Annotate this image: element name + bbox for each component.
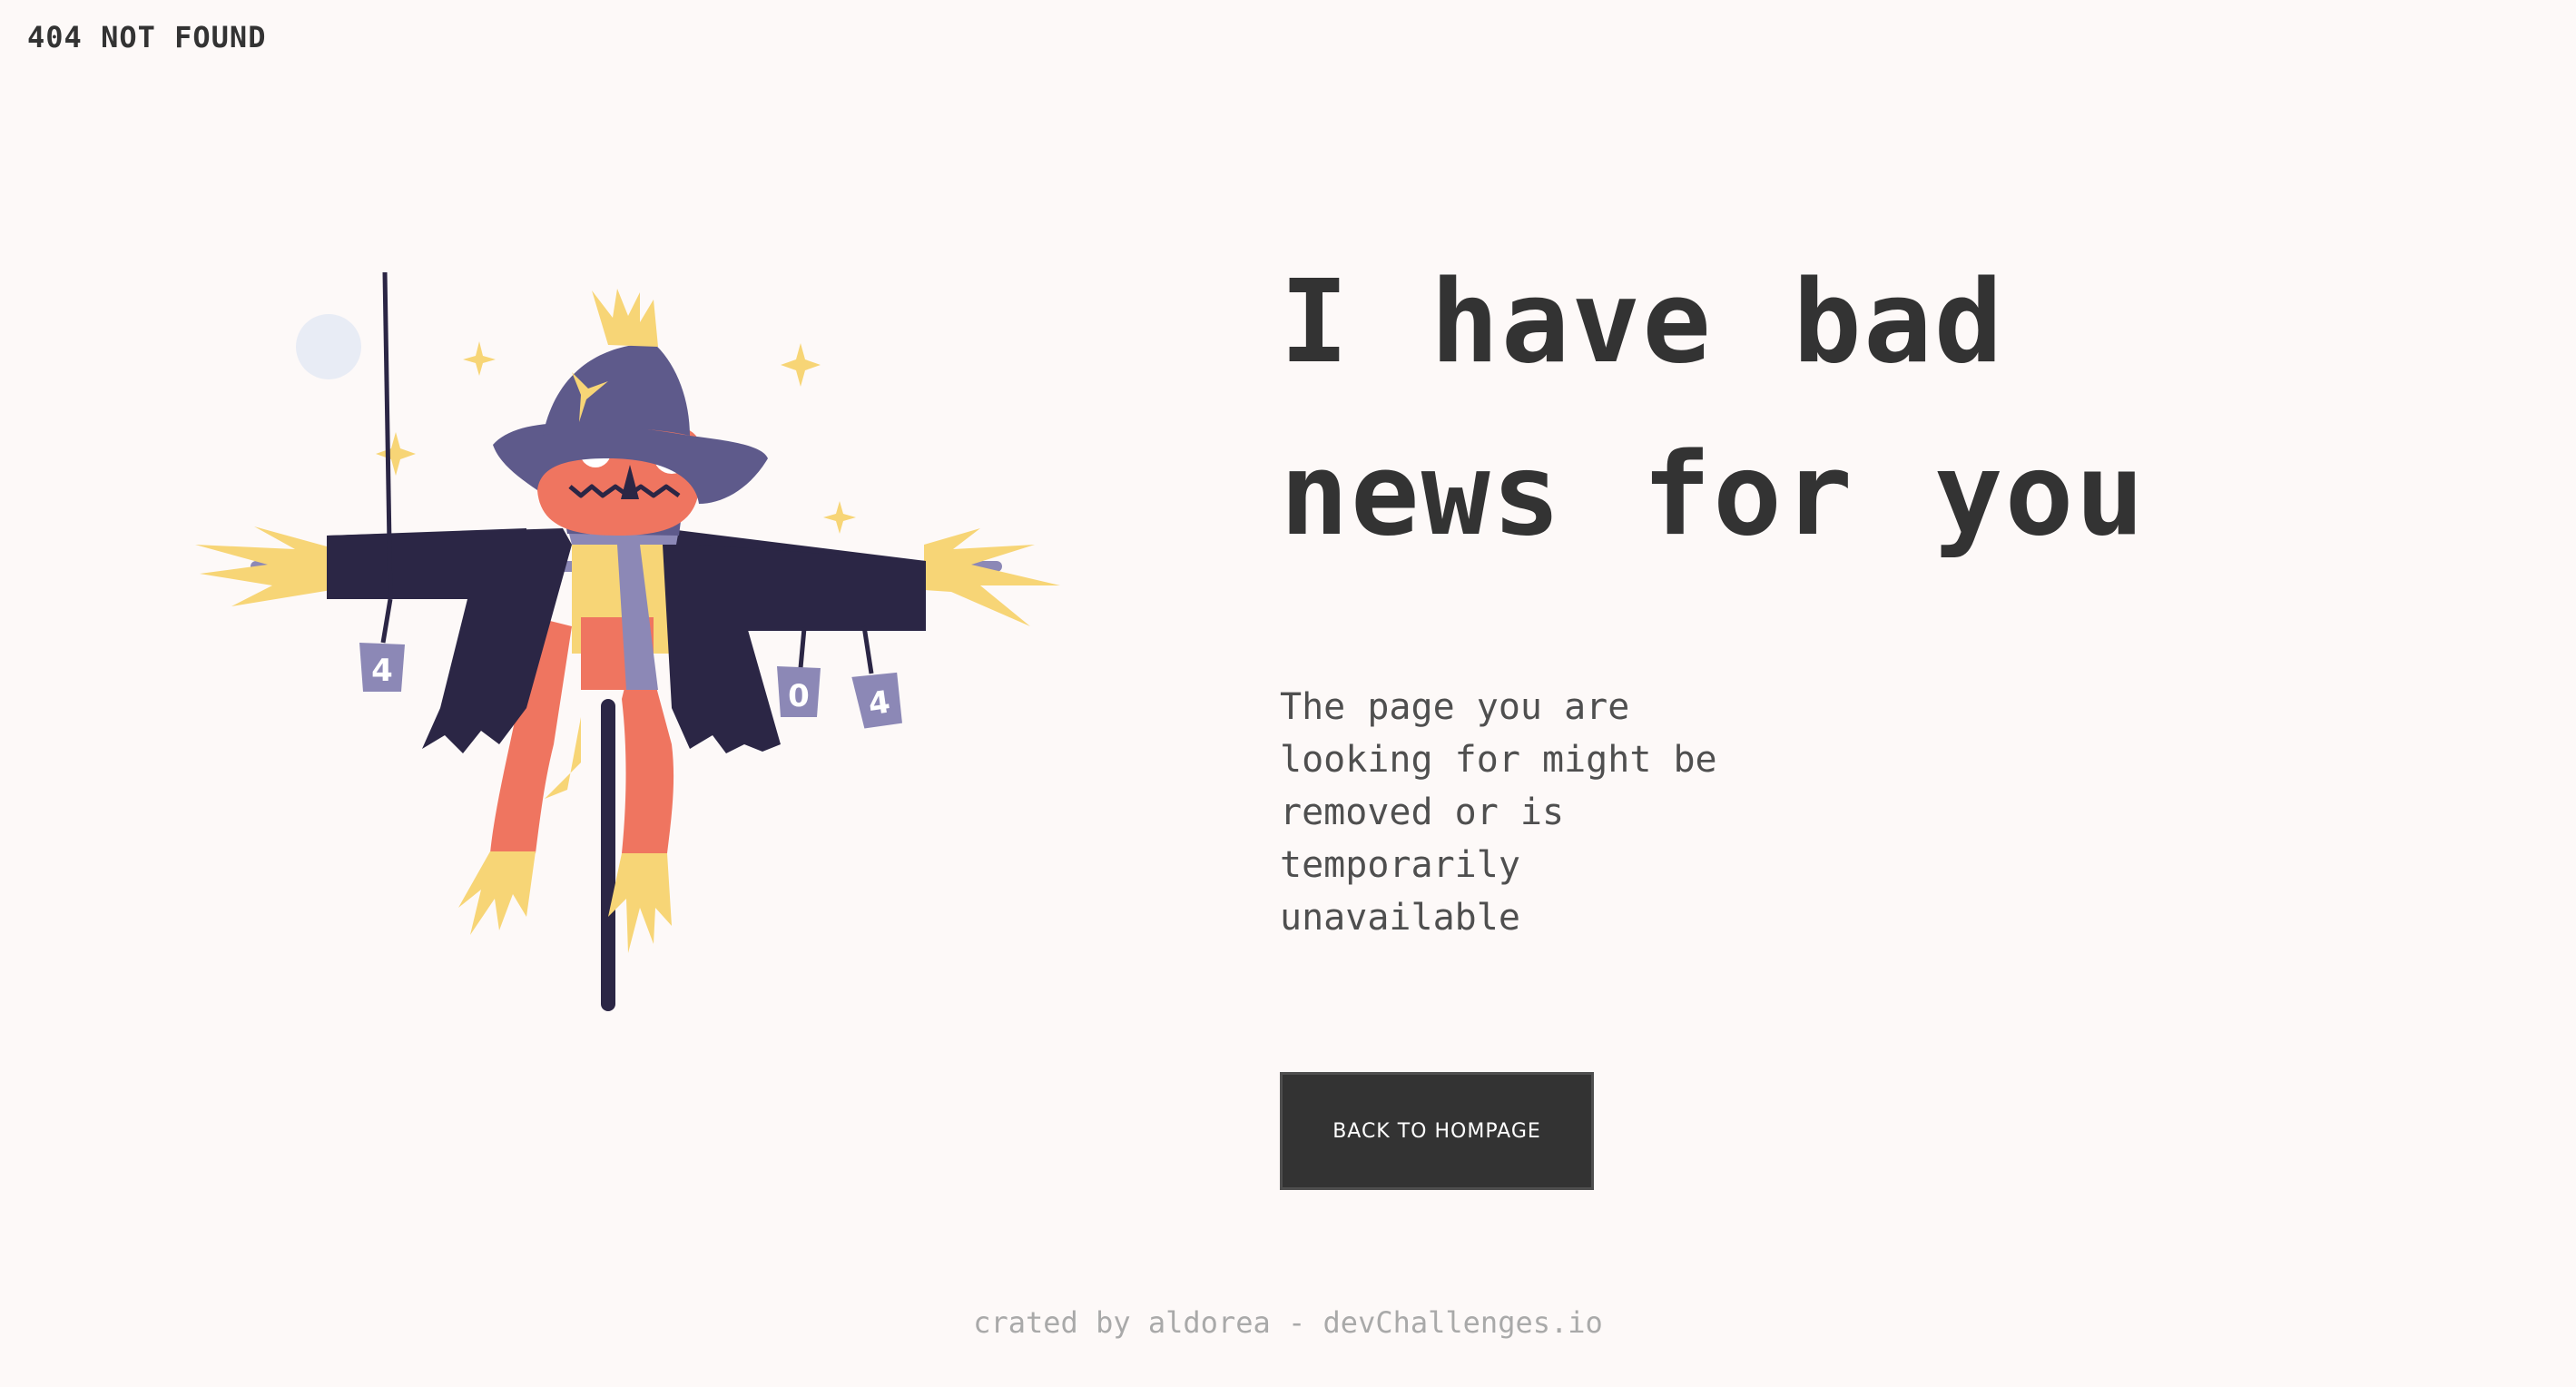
can-label-left: 4: [371, 653, 393, 689]
can-right: 4: [851, 672, 902, 729]
hero: I have bad news for you The page you are…: [1280, 236, 2369, 944]
error-message: The page you are looking for might be re…: [1280, 681, 1752, 944]
footer: crated by aldorea - devChallenges.io: [0, 1305, 2576, 1340]
message-line: unavailable: [1280, 897, 1520, 939]
footer-credit[interactable]: crated by aldorea - devChallenges.io: [973, 1305, 1603, 1340]
site-logo[interactable]: 404 NOT FOUND: [27, 20, 266, 54]
headline-line-1: I have bad: [1280, 255, 2005, 389]
message-line: The page you are: [1280, 686, 1630, 728]
scarecrow-illustration: 4 0 4: [195, 272, 1060, 1011]
pole: [601, 699, 615, 1011]
page-title: I have bad news for you: [1280, 236, 2369, 581]
message-line: removed or is: [1280, 792, 1565, 833]
button-label: BACK TO HOMPAGE: [1332, 1119, 1541, 1143]
can-label-middle: 0: [788, 678, 810, 714]
headline-line-2: news for you: [1280, 428, 2147, 561]
message-line: temporarily: [1280, 844, 1520, 886]
can-middle: 0: [777, 666, 821, 717]
can-left: 4: [359, 643, 405, 692]
moon-icon: [296, 314, 361, 379]
back-to-homepage-button[interactable]: BACK TO HOMPAGE: [1280, 1072, 1594, 1190]
message-line: looking for might be: [1280, 739, 1717, 781]
